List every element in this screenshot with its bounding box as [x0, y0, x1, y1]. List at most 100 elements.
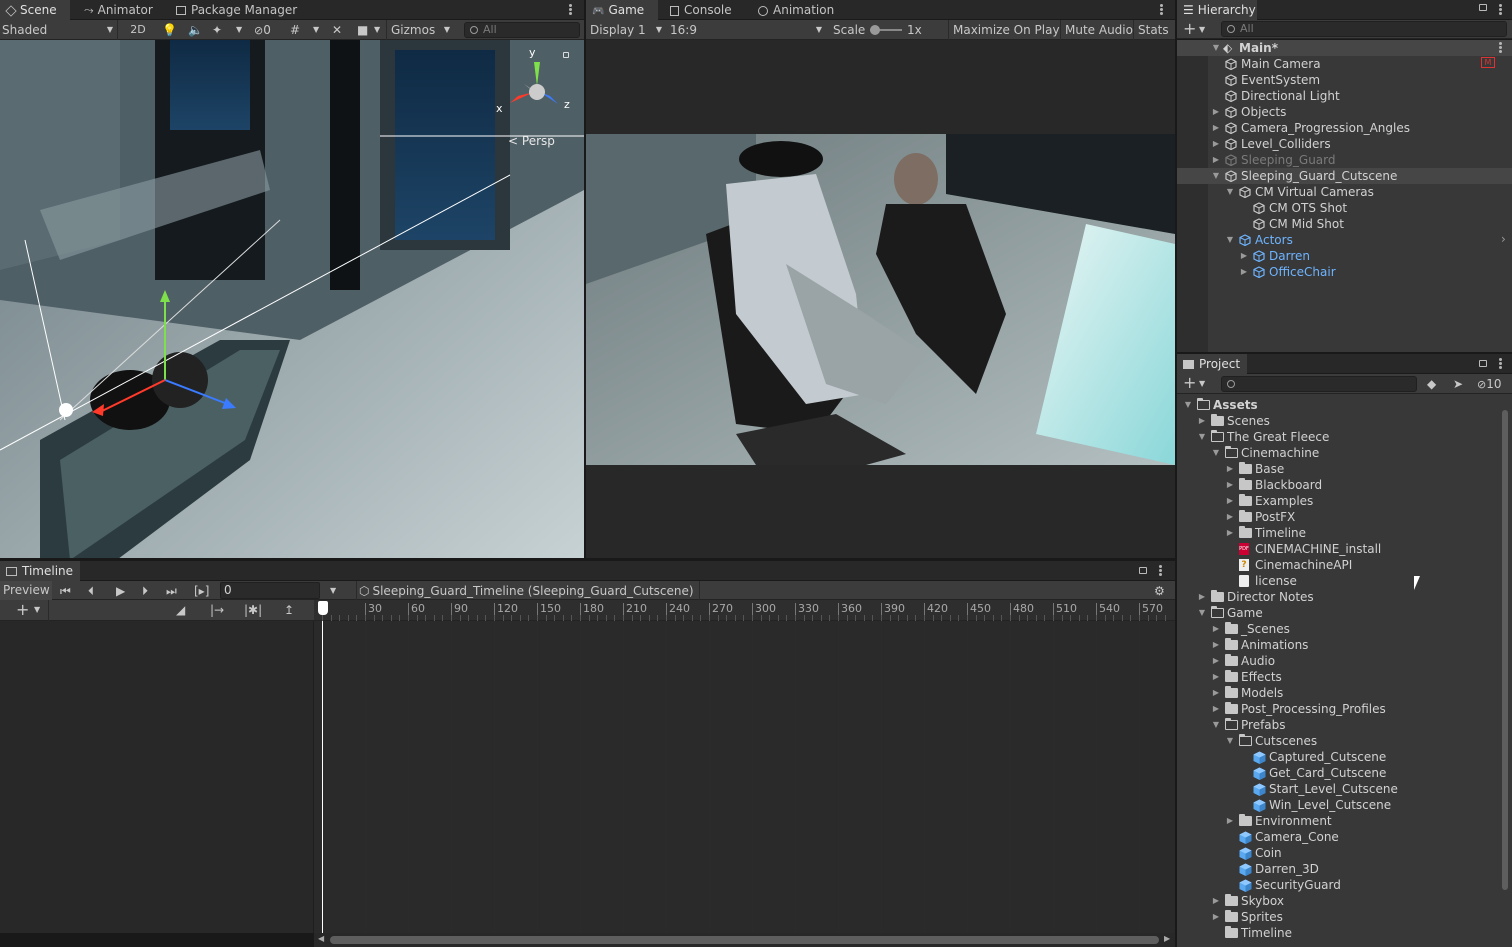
project-item[interactable]: ▼ Game [1177, 605, 1512, 621]
chevron-right-icon[interactable]: ▶ [1211, 893, 1221, 909]
search-by-type-icon[interactable]: ◆ [1427, 374, 1436, 394]
tab-scene[interactable]: Scene [0, 0, 70, 20]
tab-console[interactable]: Console [664, 0, 746, 20]
project-item[interactable]: Start_Level_Cutscene [1177, 781, 1512, 797]
lighting-toggle-icon[interactable]: 💡 [162, 20, 177, 40]
marker-icon[interactable]: ↥ [284, 600, 294, 620]
project-item[interactable]: ▶ Base [1177, 461, 1512, 477]
tab-project[interactable]: Project [1177, 354, 1247, 374]
scale-slider[interactable] [870, 25, 902, 35]
chevron-right-icon[interactable]: ▶ [1225, 493, 1235, 509]
project-item[interactable]: ▶ Animations [1177, 637, 1512, 653]
project-item[interactable]: ▶ Audio [1177, 653, 1512, 669]
chevron-right-icon[interactable]: ▶ [1225, 525, 1235, 541]
scene-viewport[interactable]: y x z < Persp [0, 40, 584, 558]
game-viewport[interactable] [586, 40, 1175, 558]
project-item[interactable]: ▶ Post_Processing_Profiles [1177, 701, 1512, 717]
timeline-menu-icon[interactable] [1159, 565, 1162, 577]
tab-game[interactable]: 🎮 Game [586, 0, 658, 20]
project-item[interactable]: ▼ Cinemachine [1177, 445, 1512, 461]
chevron-right-icon[interactable]: ▶ [1225, 461, 1235, 477]
chevron-right-icon[interactable]: ▶ [1211, 621, 1221, 637]
go-to-start-icon[interactable]: ⏮ [60, 581, 71, 601]
chevron-right-icon[interactable]: ▶ [1225, 477, 1235, 493]
project-item[interactable]: ▶ Scenes [1177, 413, 1512, 429]
project-item[interactable]: ▶ Effects [1177, 669, 1512, 685]
tab-package-manager[interactable]: Package Manager [170, 0, 310, 20]
playhead-handle-icon[interactable] [318, 601, 328, 615]
scene-root-row[interactable]: ▼ ⬖ Main* [1177, 40, 1512, 56]
chevron-right-icon[interactable]: ▶ [1239, 264, 1249, 280]
chevron-right-icon[interactable]: ▶ [1211, 909, 1221, 925]
hierarchy-item[interactable]: ▶ Darren [1177, 248, 1512, 264]
timeline-hscrollbar[interactable]: ◀ ▶ [314, 933, 1175, 947]
chevron-down-icon[interactable]: ▼ [1211, 445, 1221, 461]
preview-button[interactable]: Preview [0, 581, 52, 600]
hierarchy-item[interactable]: ▶ Camera_Progression_Angles [1177, 120, 1512, 136]
grid-dropdown-icon[interactable]: ▼ [313, 20, 319, 40]
hierarchy-item[interactable]: Directional Light [1177, 88, 1512, 104]
go-to-end-icon[interactable]: ⏭ [166, 581, 177, 601]
create-dropdown-icon[interactable]: ▼ [1199, 20, 1205, 40]
frame-input[interactable]: 0 [220, 582, 320, 599]
chevron-right-icon[interactable]: ▶ [1211, 653, 1221, 669]
chevron-right-icon[interactable]: › [1501, 232, 1506, 246]
project-item[interactable]: ▶ Skybox [1177, 893, 1512, 909]
scene-search-input[interactable]: All [464, 22, 580, 38]
chevron-right-icon[interactable]: ▶ [1197, 589, 1207, 605]
timeline-asset-selector[interactable]: ⬡ Sleeping_Guard_Timeline (Sleeping_Guard… [356, 581, 700, 601]
chevron-down-icon[interactable]: ▼ [1197, 605, 1207, 621]
lock-icon[interactable] [1479, 360, 1487, 367]
hierarchy-item[interactable]: ▶ Level_Colliders [1177, 136, 1512, 152]
chevron-down-icon[interactable]: ▼ [1225, 733, 1235, 749]
tab-hierarchy[interactable]: ☰ Hierarchy [1177, 0, 1257, 20]
hidden-packages-toggle[interactable]: ⊘10 [1477, 374, 1502, 394]
camera-settings-icon[interactable]: ■ [357, 20, 368, 40]
project-item[interactable]: ▶ Timeline [1177, 525, 1512, 541]
tab-animator[interactable]: ⤳ Animator [78, 0, 168, 20]
chevron-right-icon[interactable]: ▶ [1211, 136, 1221, 152]
timeline-tracks-area[interactable] [0, 621, 1175, 933]
chevron-down-icon[interactable]: ▼ [1211, 717, 1221, 733]
chevron-right-icon[interactable]: ▶ [1211, 637, 1221, 653]
project-item[interactable]: ▶ Sprites [1177, 909, 1512, 925]
lock-icon[interactable] [1479, 4, 1487, 11]
game-menu-icon[interactable] [1160, 4, 1163, 16]
add-track-button[interactable]: + [16, 600, 29, 620]
audio-toggle-icon[interactable]: 🔈 [188, 20, 203, 40]
chevron-right-icon[interactable]: ▶ [1211, 120, 1221, 136]
project-item[interactable]: ▶ PostFX [1177, 509, 1512, 525]
hierarchy-item[interactable]: ▼ Actors [1177, 232, 1512, 248]
project-item[interactable]: Captured_Cutscene [1177, 749, 1512, 765]
chevron-down-icon[interactable]: ▼ [1211, 168, 1221, 184]
chevron-right-icon[interactable]: ▶ [1239, 248, 1249, 264]
hierarchy-menu-icon[interactable] [1499, 4, 1502, 16]
chevron-right-icon[interactable]: ▶ [1197, 413, 1207, 429]
hierarchy-item[interactable]: ▶ Sleeping_Guard [1177, 152, 1512, 168]
add-track-dropdown-icon[interactable]: ▼ [34, 600, 40, 620]
scroll-left-icon[interactable]: ◀ [318, 934, 324, 943]
create-button[interactable]: + [1183, 20, 1196, 40]
hierarchy-item[interactable]: Main Camera [1177, 56, 1512, 72]
scroll-thumb[interactable] [330, 936, 1159, 944]
project-item[interactable]: Timeline [1177, 925, 1512, 941]
snap-icon[interactable]: |→ [210, 600, 224, 620]
maximize-on-play-button[interactable]: Maximize On Play [948, 20, 1060, 40]
toggle-2d-button[interactable]: 2D [126, 20, 150, 40]
play-icon[interactable]: ▶ [116, 581, 125, 601]
chevron-right-icon[interactable]: ▶ [1225, 509, 1235, 525]
hierarchy-item[interactable]: CM Mid Shot [1177, 216, 1512, 232]
hierarchy-item[interactable]: ▼ CM Virtual Cameras [1177, 184, 1512, 200]
chevron-right-icon[interactable]: ▶ [1211, 685, 1221, 701]
lock-icon[interactable] [1139, 567, 1147, 574]
grid-toggle-icon[interactable]: # [290, 20, 300, 40]
project-item[interactable]: ▶ Environment [1177, 813, 1512, 829]
chevron-down-icon[interactable]: ▼ [1225, 184, 1235, 200]
mute-audio-button[interactable]: Mute Audio [1060, 20, 1133, 40]
project-item[interactable]: PDF CINEMACHINE_install [1177, 541, 1512, 557]
project-menu-icon[interactable] [1499, 358, 1502, 370]
create-asset-button[interactable]: + [1183, 374, 1196, 394]
loop-icon[interactable]: [▸] [194, 581, 209, 601]
project-item[interactable]: SecurityGuard [1177, 877, 1512, 893]
chevron-right-icon[interactable]: ▶ [1211, 669, 1221, 685]
